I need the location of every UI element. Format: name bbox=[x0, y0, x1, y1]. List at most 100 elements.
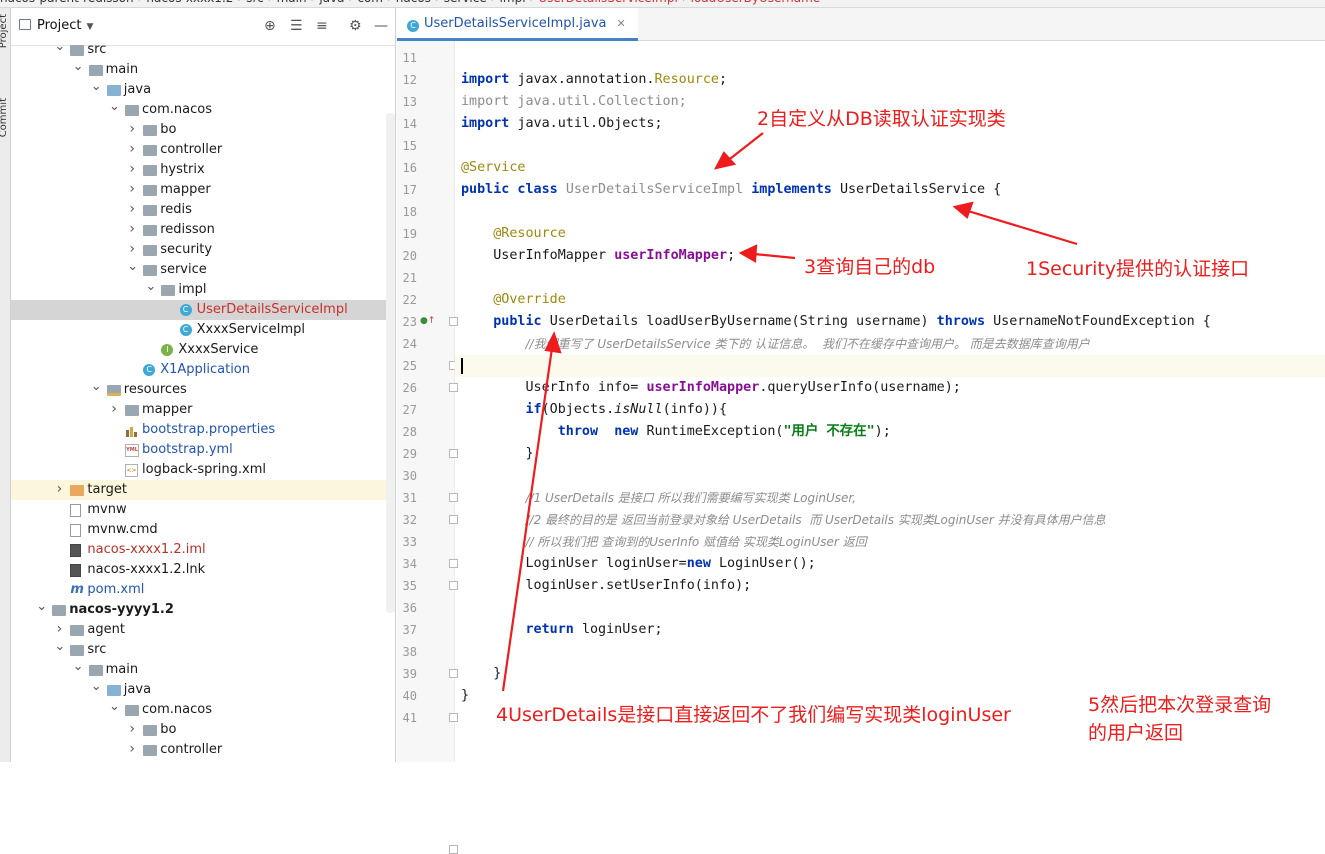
tree-item[interactable]: bootstrap.properties bbox=[11, 420, 395, 440]
folder-icon bbox=[143, 165, 158, 176]
tree-item[interactable]: ⌄ main bbox=[11, 60, 395, 80]
chevron-down-icon[interactable]: ⌄ bbox=[91, 380, 102, 394]
breadcrumb-item[interactable]: nacos-parent-redisson bbox=[0, 0, 134, 5]
fold-marker-icon[interactable] bbox=[449, 669, 458, 678]
gear-icon[interactable]: ⚙ bbox=[349, 18, 362, 34]
fold-marker-icon[interactable] bbox=[449, 713, 458, 722]
project-tool-tab[interactable]: Project bbox=[0, 14, 9, 48]
close-icon[interactable]: ✕ bbox=[616, 17, 625, 30]
tree-item[interactable]: › hystrix bbox=[11, 160, 395, 180]
code-token: ; bbox=[719, 72, 728, 87]
tree-item[interactable]: ⌄ java bbox=[11, 680, 395, 700]
minimize-icon[interactable]: — bbox=[374, 18, 388, 34]
code-token: //1 UserDetails 是接口 所以我们需要编写实现类 LoginUse… bbox=[525, 491, 857, 505]
tree-item[interactable]: ⌄ src bbox=[11, 40, 395, 60]
fold-marker-icon[interactable] bbox=[449, 845, 458, 854]
breadcrumb-item[interactable]: service bbox=[444, 0, 487, 5]
tree-scrollbar[interactable] bbox=[386, 113, 395, 613]
tree-item[interactable]: › target bbox=[11, 480, 395, 500]
breadcrumb-item[interactable]: nacos bbox=[396, 0, 431, 5]
chevron-down-icon[interactable]: ⌄ bbox=[73, 660, 84, 674]
tree-item[interactable]: mvnw bbox=[11, 500, 395, 520]
tree-item[interactable]: ⌄ main bbox=[11, 660, 395, 680]
fold-marker-icon[interactable] bbox=[449, 317, 458, 326]
expand-all-icon[interactable]: ☰ bbox=[290, 18, 303, 34]
collapse-all-icon[interactable]: ≡ bbox=[316, 18, 328, 34]
chevron-right-icon[interactable]: › bbox=[127, 720, 137, 739]
chevron-right-icon[interactable]: › bbox=[54, 620, 64, 639]
chevron-down-icon[interactable]: ⌄ bbox=[36, 600, 47, 614]
fold-marker-icon[interactable] bbox=[449, 383, 458, 392]
override-marker-icon[interactable]: ●↑ bbox=[420, 316, 435, 326]
tree-item[interactable]: › security bbox=[11, 240, 395, 260]
tree-item[interactable]: mvnw.cmd bbox=[11, 520, 395, 540]
tree-item[interactable]: ⌄ impl bbox=[11, 280, 395, 300]
code-token: new bbox=[686, 556, 711, 571]
tree-item[interactable]: nacos-xxxx1.2.lnk bbox=[11, 560, 395, 580]
tree-item[interactable]: › mapper bbox=[11, 400, 395, 420]
tree-item[interactable]: ⌄ resources bbox=[11, 380, 395, 400]
fold-marker-icon[interactable] bbox=[449, 515, 458, 524]
tree-item[interactable]: › controller bbox=[11, 140, 395, 160]
chevron-right-icon[interactable]: › bbox=[127, 160, 137, 179]
fold-marker-icon[interactable] bbox=[449, 493, 458, 502]
chevron-right-icon[interactable]: › bbox=[54, 480, 64, 499]
chevron-down-icon[interactable]: ⌄ bbox=[109, 100, 120, 114]
tree-item[interactable]: ⌄ service bbox=[11, 260, 395, 280]
fold-marker-icon[interactable] bbox=[449, 581, 458, 590]
chevron-down-icon[interactable]: ⌄ bbox=[73, 60, 84, 74]
tree-item-label: nacos-yyyy1.2 bbox=[69, 602, 174, 617]
tree-item[interactable]: <> logback-spring.xml bbox=[11, 460, 395, 480]
tree-item[interactable]: › mapper bbox=[11, 180, 395, 200]
locate-icon[interactable]: ⊕ bbox=[264, 18, 276, 34]
breadcrumb-item[interactable]: main bbox=[277, 0, 307, 5]
tree-item[interactable]: m pom.xml bbox=[11, 580, 395, 600]
chevron-right-icon[interactable]: › bbox=[127, 740, 137, 759]
tree-item[interactable]: ⌄ java bbox=[11, 80, 395, 100]
chevron-right-icon[interactable]: › bbox=[127, 240, 137, 259]
breadcrumb-item[interactable]: loadUserByUsername bbox=[691, 0, 821, 5]
line-number: 24 bbox=[402, 337, 417, 351]
tree-item[interactable]: › bo bbox=[11, 720, 395, 740]
chevron-right-icon[interactable]: › bbox=[127, 180, 137, 199]
chevron-right-icon[interactable]: › bbox=[127, 140, 137, 159]
tree-item[interactable]: ⌄ nacos-yyyy1.2 bbox=[11, 600, 395, 620]
chevron-right-icon[interactable]: › bbox=[127, 200, 137, 219]
tree-item[interactable]: C UserDetailsServiceImpl bbox=[11, 300, 395, 320]
breadcrumb-item[interactable]: com bbox=[357, 0, 383, 5]
breadcrumb-item[interactable]: nacos-xxxx1.2 bbox=[146, 0, 233, 5]
chevron-down-icon[interactable]: ⌄ bbox=[127, 260, 138, 274]
tree-item[interactable]: › redisson bbox=[11, 220, 395, 240]
chevron-down-icon[interactable]: ⌄ bbox=[109, 700, 120, 714]
chevron-down-icon[interactable]: ⌄ bbox=[91, 680, 102, 694]
line-number: 32 bbox=[402, 513, 417, 527]
fold-marker-icon[interactable] bbox=[449, 449, 458, 458]
tree-item[interactable]: I XxxxService bbox=[11, 340, 395, 360]
chevron-down-icon[interactable]: ⌄ bbox=[54, 640, 65, 654]
tree-item[interactable]: › bo bbox=[11, 120, 395, 140]
chevron-down-icon[interactable]: ⌄ bbox=[91, 80, 102, 94]
chevron-down-icon[interactable]: ⌄ bbox=[145, 280, 156, 294]
tree-item[interactable]: C X1Application bbox=[11, 360, 395, 380]
chevron-right-icon[interactable]: › bbox=[109, 400, 119, 419]
breadcrumb-item[interactable]: java bbox=[319, 0, 344, 5]
chevron-down-icon[interactable]: ⌄ bbox=[54, 40, 65, 54]
commit-tool-tab[interactable]: Commit bbox=[0, 98, 9, 137]
breadcrumb-item[interactable]: impl bbox=[500, 0, 526, 5]
fold-marker-icon[interactable] bbox=[449, 559, 458, 568]
editor-tab[interactable]: C UserDetailsServiceImpl.java ✕ bbox=[397, 8, 638, 41]
tree-item[interactable]: YML bootstrap.yml bbox=[11, 440, 395, 460]
tree-item[interactable]: › redis bbox=[11, 200, 395, 220]
tree-item[interactable]: ⌄ src bbox=[11, 640, 395, 660]
tree-item[interactable]: › controller bbox=[11, 740, 395, 760]
project-view-selector[interactable]: Project ▼ bbox=[19, 18, 93, 33]
breadcrumb-item[interactable]: UserDetailsServiceImpl bbox=[538, 0, 677, 5]
tree-item[interactable]: ⌄ com.nacos bbox=[11, 700, 395, 720]
tree-item[interactable]: C XxxxServiceImpl bbox=[11, 320, 395, 340]
tree-item[interactable]: nacos-xxxx1.2.iml bbox=[11, 540, 395, 560]
chevron-right-icon[interactable]: › bbox=[127, 220, 137, 239]
breadcrumb-item[interactable]: src bbox=[246, 0, 264, 5]
tree-item[interactable]: ⌄ com.nacos bbox=[11, 100, 395, 120]
tree-item[interactable]: › agent bbox=[11, 620, 395, 640]
chevron-right-icon[interactable]: › bbox=[127, 120, 137, 139]
